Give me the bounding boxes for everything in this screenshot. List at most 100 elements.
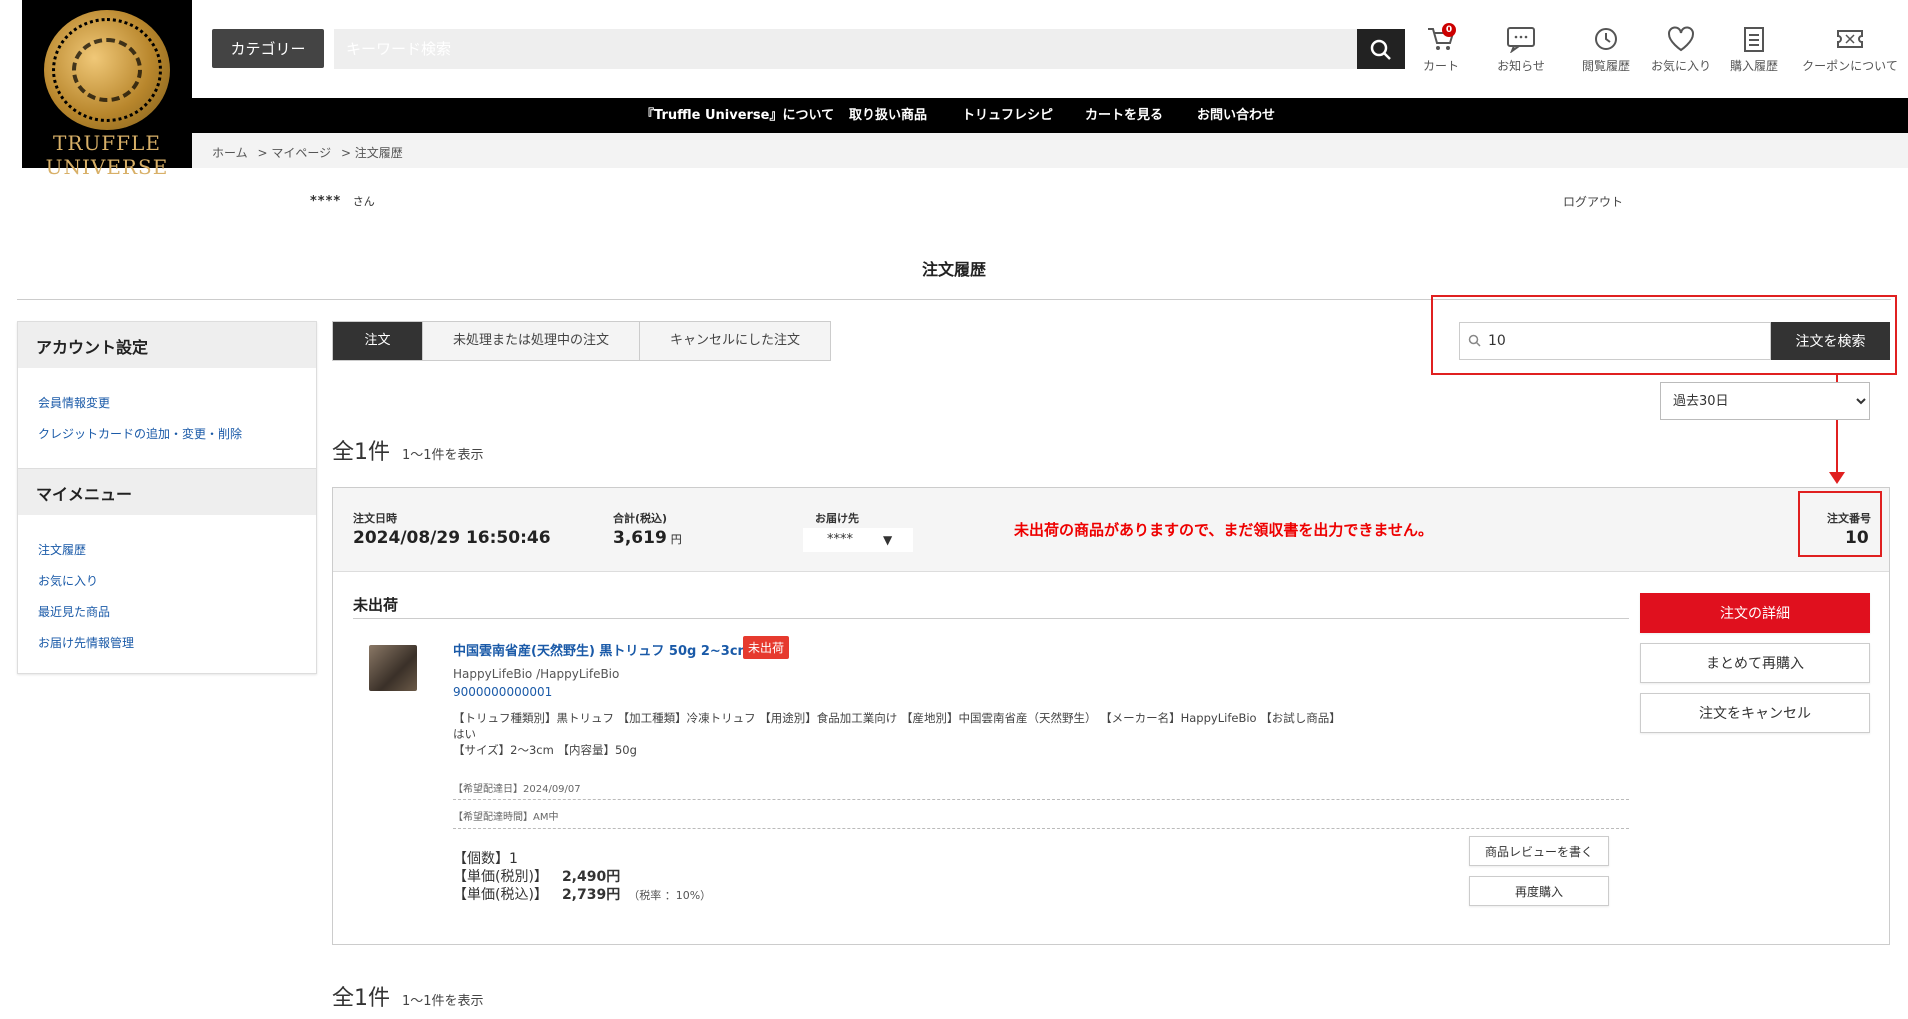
product-name-link[interactable]: 中国雲南省産(天然野生) 黒トリュフ 50g 2~3cm (453, 640, 751, 659)
price-ex-label: 【単価(税別)】 (453, 869, 548, 885)
breadcrumb-mypage[interactable]: > マイページ (257, 146, 331, 160)
tax-rate: （税率 ：10%） (628, 889, 712, 902)
sidebar-account-title: アカウント設定 (18, 322, 316, 368)
search-icon (1370, 39, 1391, 60)
logo-text-2: UNIVERSE (45, 155, 169, 179)
chevron-down-icon: ▼ (883, 533, 893, 547)
header-cart[interactable]: 0 カート (1418, 23, 1464, 74)
bulk-rebuy-button[interactable]: まとめて再購入 (1640, 643, 1870, 683)
product-thumbnail[interactable] (369, 645, 417, 691)
user-greeting: **** さん (310, 193, 375, 209)
delivery-label: お届け先 (815, 512, 859, 525)
order-tabs: 注文 未処理または処理中の注文 キャンセルにした注文 (332, 321, 831, 361)
order-header: 注文日時 2024/08/29 16:50:46 合計(税込) 3,619 円 お… (333, 488, 1889, 572)
sidebar-link-member-info[interactable]: 会員情報変更 (38, 394, 296, 411)
result-range: 1～1件を表示 (402, 448, 484, 463)
keyword-search-input[interactable] (334, 29, 1357, 69)
nav-cart[interactable]: カートを見る (1085, 98, 1163, 133)
tab-pending[interactable]: 未処理または処理中の注文 (423, 322, 640, 360)
tab-cancelled[interactable]: キャンセルにした注文 (640, 322, 830, 360)
user-suffix: さん (352, 195, 375, 208)
sidebar-menu-title: マイメニュー (18, 469, 316, 515)
rebuy-button[interactable]: 再度購入 (1469, 876, 1609, 906)
dashed-divider (453, 828, 1629, 829)
breadcrumb-current: > 注文履歴 (340, 146, 403, 160)
order-number-label: 注文番号 (1827, 512, 1871, 525)
nav-recipes[interactable]: トリュフレシピ (962, 98, 1053, 133)
site-logo[interactable]: TRUFFLE UNIVERSE (22, 0, 192, 178)
receipt-notice: 未出荷の商品がありますので、まだ領収書を出力できません。 (1014, 521, 1433, 539)
user-name: **** (310, 194, 342, 209)
header-coupon[interactable]: クーポンについて (1800, 25, 1900, 74)
order-date-label: 注文日時 (353, 512, 397, 525)
breadcrumb: ホーム > マイページ > 注文履歴 (192, 133, 1908, 168)
spec-line-3: 【サイズ】2～3cm 【内容量】50g (453, 743, 637, 757)
logo-text-1: TRUFFLE (53, 131, 161, 155)
nav-contact[interactable]: お問い合わせ (1197, 98, 1275, 133)
breadcrumb-home[interactable]: ホーム (212, 146, 248, 160)
sidebar-link-order-history[interactable]: 注文履歴 (38, 541, 296, 558)
header-favorites[interactable]: お気に入り (1650, 25, 1712, 74)
header-purchase-history[interactable]: 購入履歴 (1726, 25, 1782, 74)
order-total-label: 合計(税込) (613, 512, 668, 525)
header-favorites-label: お気に入り (1650, 59, 1711, 73)
chat-icon (1507, 27, 1535, 53)
price-in-value: 2,739円 (561, 887, 621, 903)
order-number: 10 (1845, 528, 1869, 548)
nav-products[interactable]: 取り扱い商品 (849, 98, 927, 133)
write-review-button[interactable]: 商品レビューを書く (1469, 836, 1609, 866)
order-detail-button[interactable]: 注文の詳細 (1640, 593, 1870, 633)
spec-line-2: はい (453, 727, 476, 741)
quantity-value: 1 (509, 851, 518, 867)
result-count-bottom: 全1件 1～1件を表示 (332, 980, 484, 1012)
cancel-order-button[interactable]: 注文をキャンセル (1640, 693, 1870, 733)
category-button[interactable]: カテゴリー (212, 29, 324, 68)
quantity-price-block: 【個数】1 【単価(税別)】 2,490円 【単価(税込)】 2,739円 （税率 ：… (453, 850, 711, 905)
coupon-icon (1837, 30, 1863, 48)
order-total: 3,619 円 (613, 528, 682, 548)
sidebar-link-recent[interactable]: 最近見た商品 (38, 603, 296, 620)
product-spec: 【トリュフ種類別】黒トリュフ 【加工種類】冷凍トリュフ 【用途別】食品加工業向け… (453, 709, 1383, 759)
tab-orders[interactable]: 注文 (333, 322, 423, 360)
spec-line-1: 【トリュフ種類別】黒トリュフ 【加工種類】冷凍トリュフ 【用途別】食品加工業向け… (453, 711, 1341, 725)
header: カテゴリー 0 カート お知らせ 閲覧履歴 お気に入り 購入履歴 クーポンについ… (0, 0, 1908, 98)
result-total: 全1件 (332, 986, 390, 1011)
logout-link[interactable]: ログアウト (1563, 193, 1623, 210)
header-notifications-label: お知らせ (1497, 59, 1545, 73)
desired-delivery-time: 【希望配達時間】AM中 (453, 812, 559, 823)
shipment-status: 未出荷 (353, 596, 399, 614)
clipboard-icon (1744, 27, 1764, 52)
order-search-input[interactable] (1459, 322, 1771, 360)
history-icon (1595, 28, 1617, 50)
dashed-divider (453, 799, 1629, 800)
product-code-link[interactable]: 9000000000001 (453, 685, 552, 699)
search-button[interactable] (1357, 29, 1405, 69)
sidebar-link-favorites[interactable]: お気に入り (38, 572, 296, 589)
sidebar-link-addresses[interactable]: お届け先情報管理 (38, 634, 296, 651)
order-search-button[interactable]: 注文を検索 (1771, 322, 1890, 360)
result-count: 全1件 1～1件を表示 (332, 434, 484, 466)
logo-seal-icon (44, 10, 170, 130)
header-cart-label: カート (1422, 59, 1459, 73)
product-maker: HappyLifeBio /HappyLifeBio (453, 667, 620, 681)
period-select[interactable]: 過去30日 (1660, 382, 1870, 420)
header-purchase-history-label: 購入履歴 (1729, 59, 1778, 73)
header-history[interactable]: 閲覧履歴 (1578, 25, 1634, 74)
header-history-label: 閲覧履歴 (1581, 59, 1630, 73)
header-notifications[interactable]: お知らせ (1486, 25, 1556, 74)
page-title: 注文履歴 (921, 260, 986, 279)
delivery-value: **** (827, 532, 853, 547)
header-coupon-label: クーポンについて (1802, 59, 1898, 73)
annotation-arrow-head (1829, 472, 1845, 484)
unshipped-badge: 未出荷 (743, 636, 790, 659)
nav-about[interactable]: 『Truffle Universe』について (641, 98, 834, 133)
heart-icon (1668, 26, 1694, 52)
delivery-select[interactable]: **** ▼ (803, 528, 913, 552)
sidebar: アカウント設定 会員情報変更 クレジットカードの追加・変更・削除 マイメニュー … (17, 321, 317, 674)
order-date: 2024/08/29 16:50:46 (353, 528, 551, 548)
cart-count-badge: 0 (1442, 23, 1456, 37)
result-total: 全1件 (332, 440, 390, 465)
sidebar-link-credit-card[interactable]: クレジットカードの追加・変更・削除 (38, 425, 296, 442)
quantity-label: 【個数】 (453, 851, 509, 867)
price-in-label: 【単価(税込)】 (453, 887, 548, 903)
